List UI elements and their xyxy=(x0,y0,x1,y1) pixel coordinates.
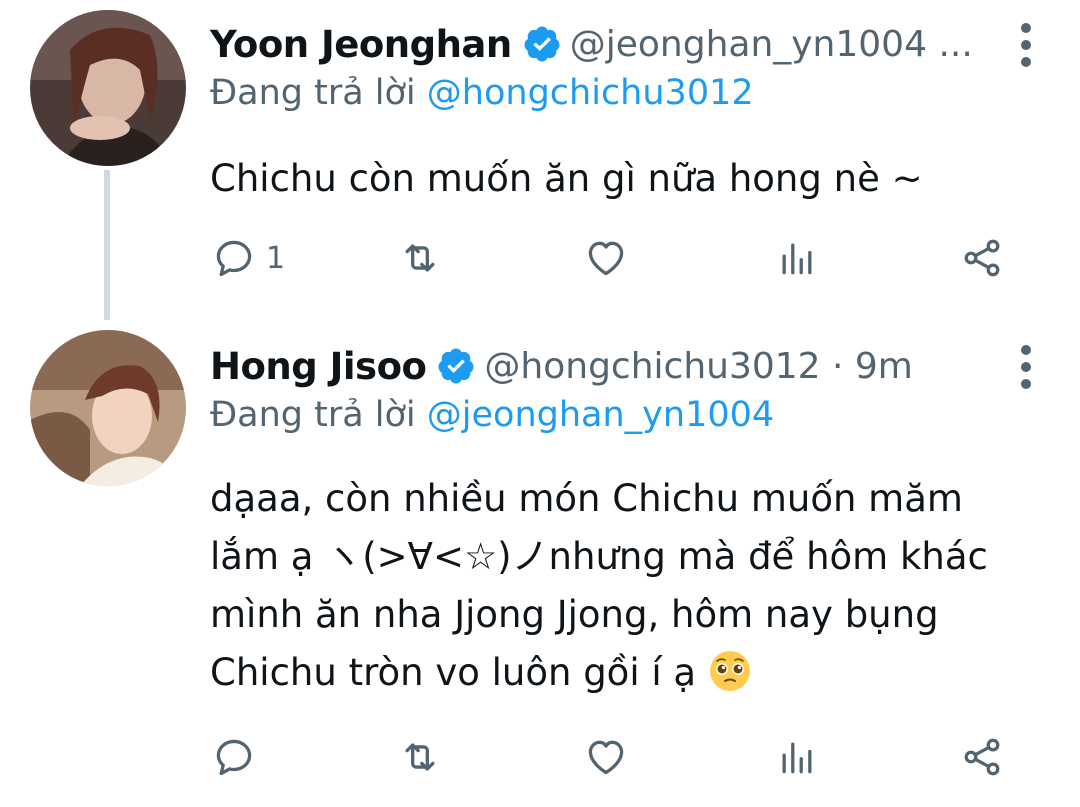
like-button[interactable] xyxy=(584,233,628,283)
replying-prefix: Đang trả lời xyxy=(210,73,416,113)
author-name[interactable]: Hong Jisoo xyxy=(210,345,427,388)
share-icon xyxy=(964,738,1000,776)
replying-to-mention[interactable]: @jeonghan_yn1004 xyxy=(427,395,774,435)
more-vertical-icon[interactable] xyxy=(1020,344,1032,390)
tweet-text: Chichu còn muốn ăn gì nữa hong nè ~ xyxy=(210,157,923,200)
tweet-header: Hong Jisoo @hongchichu3012 · 9m xyxy=(210,340,913,392)
reply-count: 1 xyxy=(266,240,286,276)
reply-button[interactable] xyxy=(212,732,266,782)
like-button[interactable] xyxy=(584,732,628,782)
tweet-text-line: dạaa, còn nhiều món Chichu muốn măm xyxy=(210,477,963,520)
replying-to-line: Đang trả lời @jeonghan_yn1004 xyxy=(210,395,774,435)
tweet-actions xyxy=(212,732,1012,782)
tweet-header: Yoon Jeonghan @jeonghan_yn1004 ... xyxy=(210,18,973,70)
author-handle-and-time[interactable]: @hongchichu3012 · 9m xyxy=(484,346,912,387)
author-handle[interactable]: @jeonghan_yn1004 ... xyxy=(570,24,973,65)
verified-badge-icon xyxy=(524,26,560,62)
stats-icon xyxy=(782,742,812,774)
tweet-jeonghan[interactable]: Yoon Jeonghan @jeonghan_yn1004 ... Đang … xyxy=(0,0,1080,320)
tweet-text: dạaa, còn nhiều món Chichu muốn măm lắm … xyxy=(210,470,1030,702)
verified-badge-icon xyxy=(438,348,474,384)
avatar[interactable] xyxy=(30,10,186,166)
retweet-icon xyxy=(405,743,435,771)
tweet-text-line: lắm ạ ヽ(>∀<☆)ノnhưng mà để hôm khác xyxy=(210,535,988,578)
profile-photo-jisoo xyxy=(30,330,186,486)
reply-button[interactable]: 1 xyxy=(212,233,285,283)
avatar[interactable] xyxy=(30,330,186,486)
replying-prefix: Đang trả lời xyxy=(210,395,416,435)
profile-photo-jeonghan xyxy=(30,10,186,166)
share-icon xyxy=(964,239,1000,277)
retweet-icon xyxy=(405,244,435,272)
stats-button[interactable] xyxy=(775,233,819,283)
share-button[interactable] xyxy=(960,732,1004,782)
like-icon xyxy=(588,241,624,276)
reply-icon xyxy=(216,739,252,776)
retweet-button[interactable] xyxy=(398,732,442,782)
tweet-text-line-last: Chichu tròn vo luôn gồi í ạ xyxy=(210,644,1030,702)
stats-icon xyxy=(782,243,812,275)
like-icon xyxy=(588,740,624,775)
author-name[interactable]: Yoon Jeonghan xyxy=(210,23,512,66)
tweet-actions: 1 xyxy=(212,233,1012,283)
pleading-face-emoji xyxy=(709,651,750,691)
replying-to-line: Đang trả lời @hongchichu3012 xyxy=(210,73,754,113)
share-button[interactable] xyxy=(960,233,1004,283)
tweet-text-line: Chichu tròn vo luôn gồi í ạ xyxy=(210,651,697,694)
tweet-text-line: mình ăn nha Jjong Jjong, hôm nay bụng xyxy=(210,593,939,636)
stats-button[interactable] xyxy=(775,732,819,782)
replying-to-mention[interactable]: @hongchichu3012 xyxy=(427,73,754,113)
reply-icon xyxy=(216,240,252,277)
tweet-jisoo[interactable]: Hong Jisoo @hongchichu3012 · 9m Đang trả… xyxy=(0,320,1080,807)
thread-connector-line xyxy=(104,170,110,320)
more-vertical-icon[interactable] xyxy=(1020,22,1032,68)
retweet-button[interactable] xyxy=(398,233,442,283)
